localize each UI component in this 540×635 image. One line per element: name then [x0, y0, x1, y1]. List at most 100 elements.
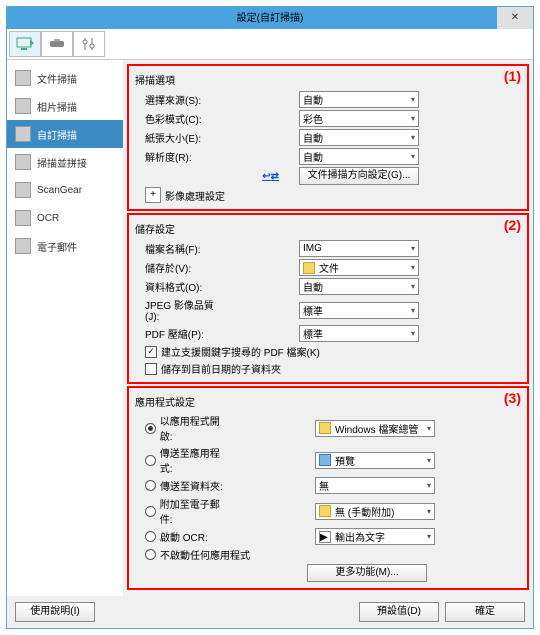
sidebar-item-photo[interactable]: 相片掃描	[7, 92, 123, 120]
titlebar[interactable]: 設定(自訂掃描) ✕	[7, 7, 533, 29]
select-value: 自動	[303, 279, 323, 294]
settings-window: 設定(自訂掃描) ✕ 文件掃描 相片掃描 自訂掃描 掃描並拼接 ScanGear…	[6, 6, 534, 629]
chevron-down-icon: ▾	[427, 507, 431, 516]
select-value: 標準	[303, 326, 323, 341]
select-value: IMG	[303, 243, 322, 254]
region-app-settings: (3) 應用程式設定 以應用程式開啟: Windows 檔案總管▾ 傳送至應用程…	[127, 386, 529, 590]
sidebar-item-label: 文件掃描	[37, 71, 77, 86]
select-value: 預覽	[335, 453, 355, 468]
region-scan-options: (1) 掃描選項 選擇來源(S): 自動▾ 色彩模式(C): 彩色▾ 紙張大小(…	[127, 64, 529, 211]
chevron-down-icon: ▾	[427, 424, 431, 433]
send-to-folder-label: 傳送至資料夾:	[160, 478, 223, 493]
tab-preferences[interactable]	[73, 31, 105, 57]
open-with-app-radio[interactable]	[145, 423, 156, 434]
sidebar-item-label: ScanGear	[37, 185, 82, 196]
content-area: 文件掃描 相片掃描 自訂掃描 掃描並拼接 ScanGear OCR 電子郵件 (…	[7, 60, 533, 596]
sidebar-item-label: 相片掃描	[37, 99, 77, 114]
pdf-keyword-checkbox[interactable]: ✓	[145, 346, 157, 358]
open-with-app-select[interactable]: Windows 檔案總管▾	[315, 420, 435, 437]
pdf-label: PDF 壓縮(P):	[135, 326, 209, 341]
pdf-select[interactable]: 標準▾	[299, 325, 419, 342]
no-app-label: 不啟動任何應用程式	[160, 547, 250, 562]
select-value: 文件	[319, 260, 339, 275]
select-value: 自動	[303, 130, 323, 145]
orientation-settings-button[interactable]: 文件掃描方向設定(G)...	[299, 167, 419, 185]
send-to-app-select[interactable]: 預覽▾	[315, 452, 435, 469]
window-close-button[interactable]: ✕	[497, 7, 533, 29]
send-to-folder-radio[interactable]	[145, 480, 156, 491]
start-ocr-radio[interactable]	[145, 531, 156, 542]
sidebar-item-label: 自訂掃描	[37, 127, 77, 142]
attach-email-label: 附加至電子郵件:	[160, 496, 231, 526]
savein-select[interactable]: 文件▾	[299, 259, 419, 276]
folder-icon	[303, 262, 315, 274]
region-save-settings: (2) 儲存設定 檔案名稱(F): IMG▾ 儲存於(V): 文件▾ 資料格式(…	[127, 213, 529, 384]
save-settings-title: 儲存設定	[135, 221, 521, 236]
sidebar-item-ocr[interactable]: OCR	[7, 204, 123, 232]
sidebar-item-document[interactable]: 文件掃描	[7, 64, 123, 92]
sliders-icon	[80, 37, 98, 51]
sidebar-item-label: OCR	[37, 213, 59, 224]
chevron-down-icon: ▾	[411, 152, 415, 161]
resolution-select[interactable]: 自動 ▾	[299, 148, 419, 165]
paper-select[interactable]: 自動 ▾	[299, 129, 419, 146]
tab-scan-from-panel[interactable]	[41, 31, 73, 57]
chevron-down-icon: ▾	[411, 95, 415, 104]
savein-label: 儲存於(V):	[135, 260, 209, 275]
sidebar-item-stitch[interactable]: 掃描並拼接	[7, 148, 123, 176]
sidebar: 文件掃描 相片掃描 自訂掃描 掃描並拼接 ScanGear OCR 電子郵件	[7, 60, 123, 596]
select-value: 無	[319, 478, 329, 493]
sidebar-item-scangear[interactable]: ScanGear	[7, 176, 123, 204]
select-value: 自動	[303, 149, 323, 164]
select-value: 彩色	[303, 111, 323, 126]
no-app-radio[interactable]	[145, 549, 156, 560]
ok-button[interactable]: 確定	[445, 602, 525, 622]
source-select[interactable]: 自動 ▾	[299, 91, 419, 108]
attach-email-select[interactable]: 無 (手動附加) ▾	[315, 503, 435, 520]
chevron-down-icon: ▾	[411, 114, 415, 123]
attach-email-radio[interactable]	[145, 506, 156, 517]
scanner-icon	[48, 37, 66, 51]
subfolder-date-label: 儲存到目前日期的子資料夾	[161, 361, 281, 376]
filename-label: 檔案名稱(F):	[135, 241, 209, 256]
jpeg-select[interactable]: 標準▾	[299, 302, 419, 319]
color-select[interactable]: 彩色 ▾	[299, 110, 419, 127]
expand-image-processing-button[interactable]: +	[145, 187, 161, 203]
mail-icon	[319, 505, 331, 517]
preview-icon	[319, 454, 331, 466]
doc-icon	[15, 70, 31, 86]
footer: 使用說明(I) 預設值(D) 確定	[7, 596, 533, 628]
region-2-label: (2)	[504, 217, 521, 233]
monitor-icon	[16, 37, 34, 51]
sidebar-item-label: 掃描並拼接	[37, 155, 87, 170]
select-value: 自動	[303, 92, 323, 107]
sidebar-item-email[interactable]: 電子郵件	[7, 232, 123, 260]
source-label: 選擇來源(S):	[135, 92, 209, 107]
subfolder-date-checkbox[interactable]	[145, 363, 157, 375]
send-to-app-radio[interactable]	[145, 455, 156, 466]
select-value: 無 (手動附加)	[335, 504, 394, 519]
custom-icon	[15, 126, 31, 142]
format-select[interactable]: 自動▾	[299, 278, 419, 295]
send-to-folder-select[interactable]: 無▾	[315, 477, 435, 494]
chevron-down-icon: ▾	[411, 133, 415, 142]
defaults-button[interactable]: 預設值(D)	[359, 602, 439, 622]
app-settings-title: 應用程式設定	[135, 394, 521, 409]
main-panel: (1) 掃描選項 選擇來源(S): 自動▾ 色彩模式(C): 彩色▾ 紙張大小(…	[123, 60, 533, 596]
start-ocr-select[interactable]: ▶輸出為文字▾	[315, 528, 435, 545]
format-label: 資料格式(O):	[135, 279, 209, 294]
send-to-app-label: 傳送至應用程式:	[160, 445, 231, 475]
window-title: 設定(自訂掃描)	[237, 13, 304, 24]
tab-scan-from-computer[interactable]	[9, 31, 41, 57]
scangear-icon	[15, 182, 31, 198]
region-3-label: (3)	[504, 390, 521, 406]
open-with-app-label: 以應用程式開啟:	[160, 413, 231, 443]
scan-options-title: 掃描選項	[135, 72, 521, 87]
help-button[interactable]: 使用說明(I)	[15, 602, 95, 622]
toolbar	[7, 29, 533, 60]
select-value: 輸出為文字	[335, 529, 385, 544]
sidebar-item-custom[interactable]: 自訂掃描	[7, 120, 123, 148]
jpeg-label: JPEG 影像品質(J):	[135, 297, 225, 323]
more-functions-button[interactable]: 更多功能(M)...	[307, 564, 427, 582]
filename-combo[interactable]: IMG▾	[299, 240, 419, 257]
